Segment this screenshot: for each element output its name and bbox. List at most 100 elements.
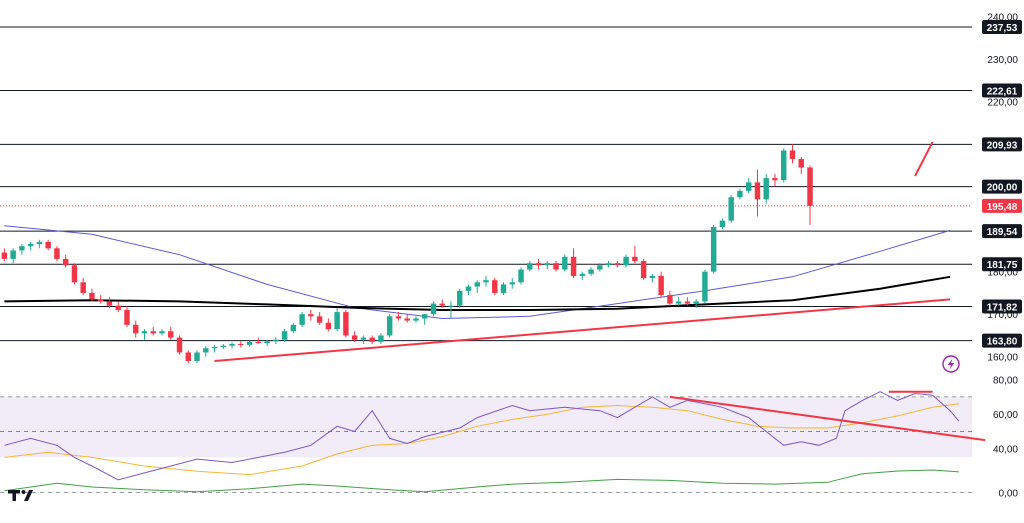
candle[interactable]: [430, 301, 437, 317]
candle[interactable]: [728, 195, 734, 223]
candle[interactable]: [413, 316, 419, 323]
candle[interactable]: [360, 335, 367, 344]
candle[interactable]: [570, 248, 577, 279]
candle[interactable]: [150, 326, 156, 336]
candle[interactable]: [781, 148, 787, 183]
candle[interactable]: [789, 144, 796, 164]
candle[interactable]: [176, 335, 183, 355]
candle[interactable]: [492, 278, 498, 296]
candle[interactable]: [632, 246, 638, 264]
candle[interactable]: [220, 343, 227, 350]
candle[interactable]: [80, 278, 86, 296]
candle[interactable]: [141, 329, 148, 340]
candle[interactable]: [36, 239, 43, 249]
candle[interactable]: [763, 173, 769, 204]
level-label[interactable]: 171,82: [982, 299, 1022, 314]
candle[interactable]: [553, 261, 559, 272]
candle[interactable]: [45, 239, 51, 251]
candle[interactable]: [509, 278, 515, 289]
candle[interactable]: [133, 320, 139, 338]
candle[interactable]: [378, 333, 384, 344]
candle[interactable]: [185, 350, 191, 364]
candle[interactable]: [579, 271, 586, 281]
candle[interactable]: [290, 322, 297, 334]
candle[interactable]: [27, 241, 34, 251]
candle[interactable]: [605, 261, 612, 268]
candle[interactable]: [527, 261, 533, 272]
current-price-label[interactable]: 195,48: [982, 198, 1022, 213]
candle-body: [518, 269, 524, 283]
candle[interactable]: [702, 269, 708, 304]
candle[interactable]: [343, 309, 349, 338]
level-label[interactable]: 200,00: [982, 179, 1022, 194]
candle[interactable]: [518, 267, 524, 285]
price-trendline-1[interactable]: [914, 141, 934, 177]
candle[interactable]: [483, 275, 489, 287]
candle[interactable]: [273, 337, 279, 344]
candle[interactable]: [623, 254, 629, 268]
candle[interactable]: [386, 314, 393, 338]
candle[interactable]: [71, 263, 78, 285]
candle[interactable]: [203, 346, 209, 357]
candle[interactable]: [168, 326, 174, 340]
candle[interactable]: [19, 244, 25, 255]
lightning-icon[interactable]: [942, 355, 960, 373]
candle[interactable]: [1, 248, 8, 262]
candle[interactable]: [404, 314, 410, 323]
candle[interactable]: [115, 301, 121, 313]
candle-body: [106, 301, 113, 306]
candle[interactable]: [667, 290, 673, 306]
candle[interactable]: [62, 254, 69, 268]
candle[interactable]: [614, 261, 621, 268]
candle-body: [229, 343, 235, 346]
candle[interactable]: [640, 258, 647, 281]
candle[interactable]: [465, 284, 472, 296]
candle[interactable]: [316, 312, 323, 325]
candle-body: [124, 309, 130, 325]
level-label[interactable]: 237,53: [982, 20, 1022, 35]
candle[interactable]: [10, 248, 16, 264]
candle[interactable]: [588, 267, 594, 276]
candle[interactable]: [54, 246, 60, 262]
candle[interactable]: [562, 254, 568, 272]
candle[interactable]: [798, 156, 804, 174]
level-label[interactable]: 189,54: [982, 224, 1022, 239]
level-label[interactable]: 181,75: [982, 257, 1022, 272]
candle[interactable]: [124, 305, 130, 327]
candle[interactable]: [238, 341, 244, 348]
candle[interactable]: [772, 173, 778, 187]
candle[interactable]: [658, 271, 664, 298]
candle[interactable]: [649, 273, 656, 283]
candle[interactable]: [97, 295, 104, 304]
candle[interactable]: [421, 314, 428, 325]
stock-chart[interactable]: 240,00230,00220,00180,00170,00160,0080,0…: [0, 0, 1024, 518]
candle-body: [80, 282, 86, 293]
candle[interactable]: [159, 329, 165, 336]
candle[interactable]: [807, 165, 813, 225]
candle[interactable]: [535, 258, 542, 270]
candle[interactable]: [737, 188, 743, 200]
candle[interactable]: [474, 280, 480, 293]
candle-body: [658, 275, 664, 296]
level-label[interactable]: 209,93: [982, 137, 1022, 152]
candle[interactable]: [229, 342, 235, 349]
candle[interactable]: [675, 297, 682, 306]
level-label[interactable]: 222,61: [982, 83, 1022, 98]
candle[interactable]: [299, 312, 305, 327]
candle[interactable]: [754, 169, 761, 217]
candle[interactable]: [457, 288, 463, 308]
candle[interactable]: [369, 335, 375, 344]
candle[interactable]: [281, 329, 288, 342]
candle[interactable]: [246, 340, 253, 347]
candle[interactable]: [325, 318, 332, 332]
candle[interactable]: [544, 261, 551, 270]
candle[interactable]: [308, 309, 314, 321]
candle[interactable]: [500, 282, 507, 296]
candle[interactable]: [710, 224, 717, 274]
candle[interactable]: [211, 344, 218, 353]
candle[interactable]: [334, 307, 340, 332]
level-label[interactable]: 163,80: [982, 333, 1022, 348]
candle[interactable]: [745, 178, 752, 193]
candle[interactable]: [194, 350, 200, 364]
candle[interactable]: [719, 218, 726, 230]
